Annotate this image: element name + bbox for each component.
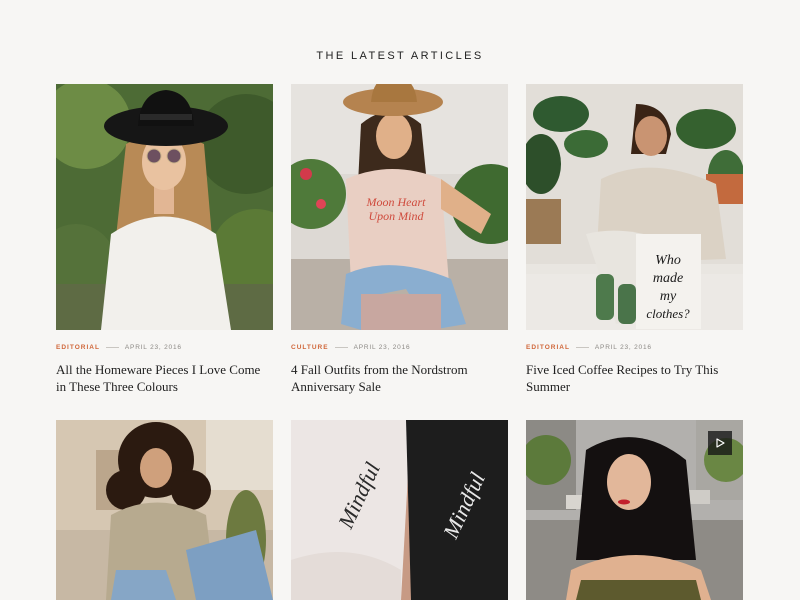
article-meta: EDITORIAL APRIL 23, 2016 [56, 342, 273, 352]
svg-text:my: my [660, 289, 677, 304]
svg-text:clothes?: clothes? [646, 306, 690, 321]
article-card[interactable]: Who made my clothes? EDITORIAL APRIL 23,… [526, 84, 743, 395]
article-title[interactable]: All the Homeware Pieces I Love Come in T… [56, 361, 273, 395]
article-title[interactable]: Five Iced Coffee Recipes to Try This Sum… [526, 361, 743, 395]
article-category[interactable]: CULTURE [291, 344, 329, 351]
play-icon [716, 438, 725, 448]
play-video-button[interactable] [708, 431, 732, 455]
article-category[interactable]: EDITORIAL [56, 344, 100, 351]
article-image[interactable]: Who made my clothes? [526, 84, 743, 330]
article-image[interactable]: Moon Heart Upon Mind [291, 84, 508, 330]
article-date: APRIL 23, 2016 [594, 343, 652, 351]
article-date: APRIL 23, 2016 [124, 343, 182, 351]
article-image[interactable] [56, 84, 273, 330]
svg-text:made: made [653, 271, 683, 286]
article-card[interactable]: EDITORIAL APRIL 23, 2016 All the Homewar… [56, 84, 273, 395]
article-title[interactable]: 4 Fall Outfits from the Nordstrom Annive… [291, 361, 508, 395]
article-image[interactable] [526, 420, 743, 600]
meta-divider [105, 346, 119, 348]
article-image[interactable] [56, 420, 273, 600]
article-card[interactable]: Mindful Mindful [291, 420, 508, 600]
article-card[interactable] [526, 420, 743, 600]
svg-text:Moon Heart: Moon Heart [366, 195, 427, 209]
article-image[interactable]: Mindful Mindful [291, 420, 508, 600]
article-meta: CULTURE APRIL 23, 2016 [291, 342, 508, 352]
article-card[interactable] [56, 420, 273, 600]
article-meta: EDITORIAL APRIL 23, 2016 [526, 342, 743, 352]
svg-text:Upon Mind: Upon Mind [369, 209, 425, 223]
svg-text:Who: Who [655, 253, 681, 268]
meta-divider [575, 346, 589, 348]
article-date: APRIL 23, 2016 [353, 343, 411, 351]
section-title: THE LATEST ARTICLES [316, 50, 484, 62]
article-card[interactable]: Moon Heart Upon Mind CULTURE APRIL 23, 2… [291, 84, 508, 395]
meta-divider [334, 346, 348, 348]
article-category[interactable]: EDITORIAL [526, 344, 570, 351]
